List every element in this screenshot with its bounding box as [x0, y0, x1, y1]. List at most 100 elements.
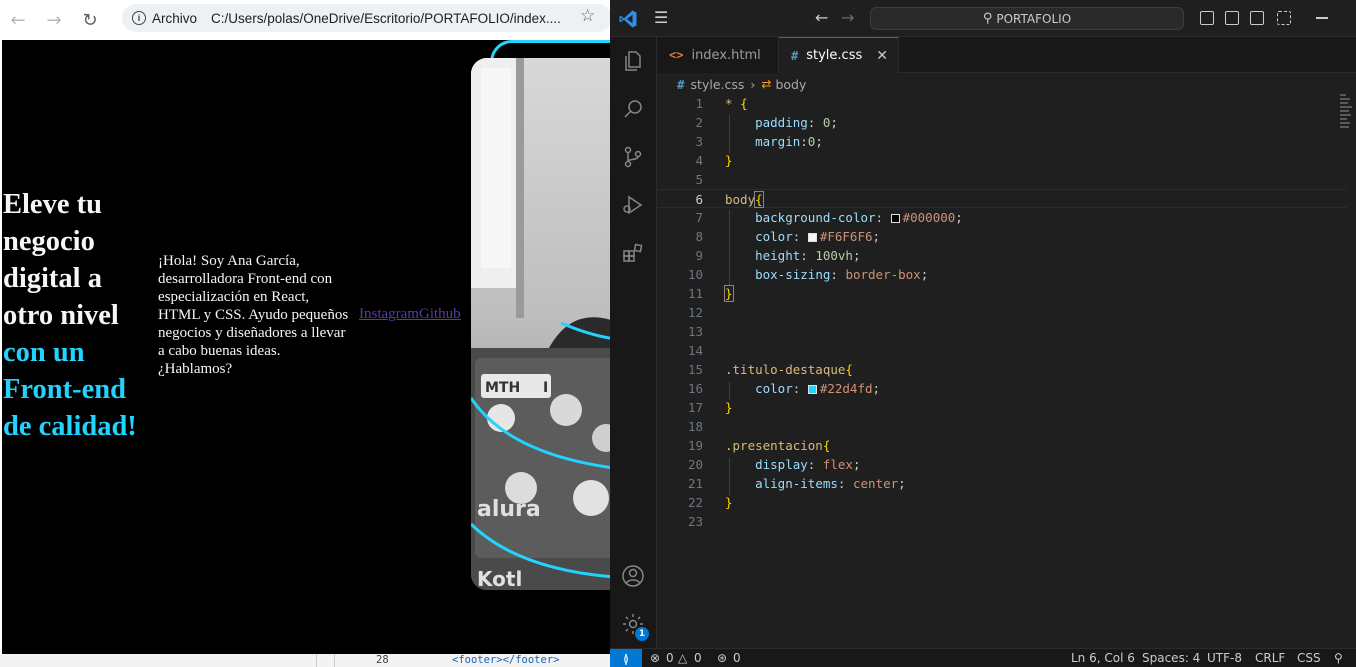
social-links: InstagramGithub	[359, 306, 461, 323]
sticker-text: I	[543, 380, 548, 396]
info-icon[interactable]: i	[132, 11, 146, 25]
nav-back-icon[interactable]: ←	[815, 8, 828, 27]
line-number: 16	[687, 381, 703, 396]
css-selector-icon: ⇄	[761, 77, 772, 91]
line-number: 10	[687, 267, 703, 282]
tab-index-html[interactable]: <> index.html	[657, 37, 779, 73]
nav-forward-icon[interactable]: →	[841, 8, 854, 27]
bookmark-star-icon[interactable]: ☆	[580, 6, 595, 26]
extensions-icon[interactable]	[621, 241, 645, 265]
line-number: 20	[687, 457, 703, 472]
line-number: 8	[695, 229, 703, 244]
sticker-text: Kotl	[477, 567, 522, 590]
explorer-icon[interactable]	[621, 49, 645, 73]
accounts-badge: 1	[635, 627, 649, 641]
reload-icon[interactable]: ↻	[72, 4, 108, 36]
browser-window: ← → ↻ i Archivo C:/Users/polas/OneDrive/…	[0, 0, 612, 667]
cursor-position[interactable]: Ln 6, Col 6	[1071, 651, 1135, 665]
devtools-strip: 28 <footer></footer>	[0, 654, 612, 667]
minimap[interactable]	[1340, 94, 1354, 140]
toggle-panel-icon[interactable]	[1225, 11, 1239, 25]
hero-title-accent: con un	[3, 337, 85, 368]
address-scheme: Archivo	[152, 10, 198, 26]
line-number: 11	[687, 286, 703, 301]
line-number: 14	[687, 343, 703, 358]
css-file-icon: #	[791, 48, 799, 63]
search-view-icon[interactable]	[621, 97, 645, 121]
hero-title-accent: de calidad!	[3, 411, 137, 442]
search-icon: ⚲	[982, 11, 993, 26]
source-control-icon[interactable]	[621, 145, 645, 169]
instagram-link[interactable]: Instagram	[359, 306, 419, 322]
breadcrumb: # style.css › ⇄ body	[657, 73, 1356, 95]
toggle-secondary-sidebar-icon[interactable]	[1250, 11, 1264, 25]
line-number: 12	[687, 305, 703, 320]
chevron-right-icon: ›	[750, 76, 756, 92]
minimize-icon[interactable]	[1316, 17, 1328, 19]
ports-count[interactable]: 0	[733, 651, 741, 665]
address-bar[interactable]: i Archivo C:/Users/polas/OneDrive/Escrit…	[122, 4, 612, 32]
line-number: 1	[695, 96, 703, 111]
close-icon[interactable]: ✕	[876, 48, 888, 64]
breadcrumb-file[interactable]: style.css	[691, 77, 745, 92]
address-path: C:/Users/polas/OneDrive/Escritorio/PORTA…	[211, 10, 561, 26]
line-number: 6	[695, 192, 703, 207]
line-number: 7	[695, 210, 703, 225]
line-number: 21	[687, 476, 703, 491]
vscode-window: ☰ ← → ⚲ PORTAFOLIO 1 <> index.html # sty…	[610, 0, 1356, 667]
command-center-label: PORTAFOLIO	[996, 11, 1072, 26]
line-number: 9	[695, 248, 703, 263]
customize-layout-icon[interactable]	[1277, 11, 1291, 25]
forward-icon[interactable]: →	[36, 4, 72, 36]
line-number: 22	[687, 495, 703, 510]
menu-icon[interactable]: ☰	[654, 10, 670, 26]
browser-toolbar: ← → ↻ i Archivo C:/Users/polas/OneDrive/…	[0, 0, 612, 40]
line-number: 5	[695, 172, 703, 187]
command-center[interactable]: ⚲ PORTAFOLIO	[870, 7, 1184, 30]
vscode-logo-icon	[619, 10, 637, 28]
language-mode[interactable]: CSS	[1297, 651, 1321, 665]
line-number: 4	[695, 153, 703, 168]
hero-title-line: Eleve tu	[3, 189, 102, 220]
back-icon[interactable]: ←	[0, 4, 36, 36]
profile-photo: MTH I alura Kotl	[471, 58, 610, 590]
line-number: 3	[695, 134, 703, 149]
warnings-icon[interactable]: △	[678, 651, 687, 665]
rendered-page: Eleve tu negocio digital a otro nivel co…	[2, 40, 610, 654]
code-editor[interactable]: 1 * { 2 padding: 0; 3 margin:0; 4} 5 6 bod…	[657, 94, 1356, 646]
ports-icon[interactable]: ⊛	[717, 651, 727, 665]
color-swatch[interactable]	[807, 233, 817, 242]
hero-title-line: otro nivel	[3, 300, 119, 331]
github-link[interactable]: Github	[419, 306, 461, 322]
errors-count[interactable]: 0	[666, 651, 674, 665]
color-swatch[interactable]	[890, 214, 900, 223]
encoding[interactable]: UTF-8	[1207, 651, 1242, 665]
color-swatch[interactable]	[807, 385, 817, 394]
profile-photo-art: MTH I alura Kotl	[471, 58, 610, 590]
notifications-icon[interactable]: ⚲	[1334, 651, 1343, 665]
line-number: 18	[687, 419, 703, 434]
hero-description: ¡Hola! Soy Ana García, desarrolladora Fr…	[158, 253, 349, 377]
tab-style-css[interactable]: # style.css ✕	[779, 37, 899, 73]
toggle-primary-sidebar-icon[interactable]	[1200, 11, 1214, 25]
css-file-icon: #	[677, 76, 685, 92]
title-bar: ☰ ← → ⚲ PORTAFOLIO	[610, 0, 1356, 37]
hero-title-line: digital a	[3, 263, 102, 294]
line-ending[interactable]: CRLF	[1255, 651, 1285, 665]
hero-title-line: negocio	[3, 226, 95, 257]
line-number: 2	[695, 115, 703, 130]
line-number: 13	[687, 324, 703, 339]
hero-title: Eleve tu negocio digital a otro nivel co…	[3, 186, 158, 445]
remote-indicator-icon[interactable]: ≬	[610, 649, 642, 667]
errors-icon[interactable]: ⊗	[650, 651, 660, 665]
line-number: 19	[687, 438, 703, 453]
activity-bar: 1	[610, 37, 657, 648]
line-number: 17	[687, 400, 703, 415]
accounts-icon[interactable]	[621, 564, 645, 588]
run-debug-icon[interactable]	[621, 193, 645, 217]
indentation[interactable]: Spaces: 4	[1142, 651, 1200, 665]
status-bar: ≬ ⊗ 0 △ 0 ⊛ 0 Ln 6, Col 6 Spaces: 4 UTF-…	[610, 648, 1356, 667]
warnings-count[interactable]: 0	[694, 651, 702, 665]
tab-label: style.css	[806, 48, 863, 63]
breadcrumb-symbol[interactable]: body	[775, 77, 806, 92]
